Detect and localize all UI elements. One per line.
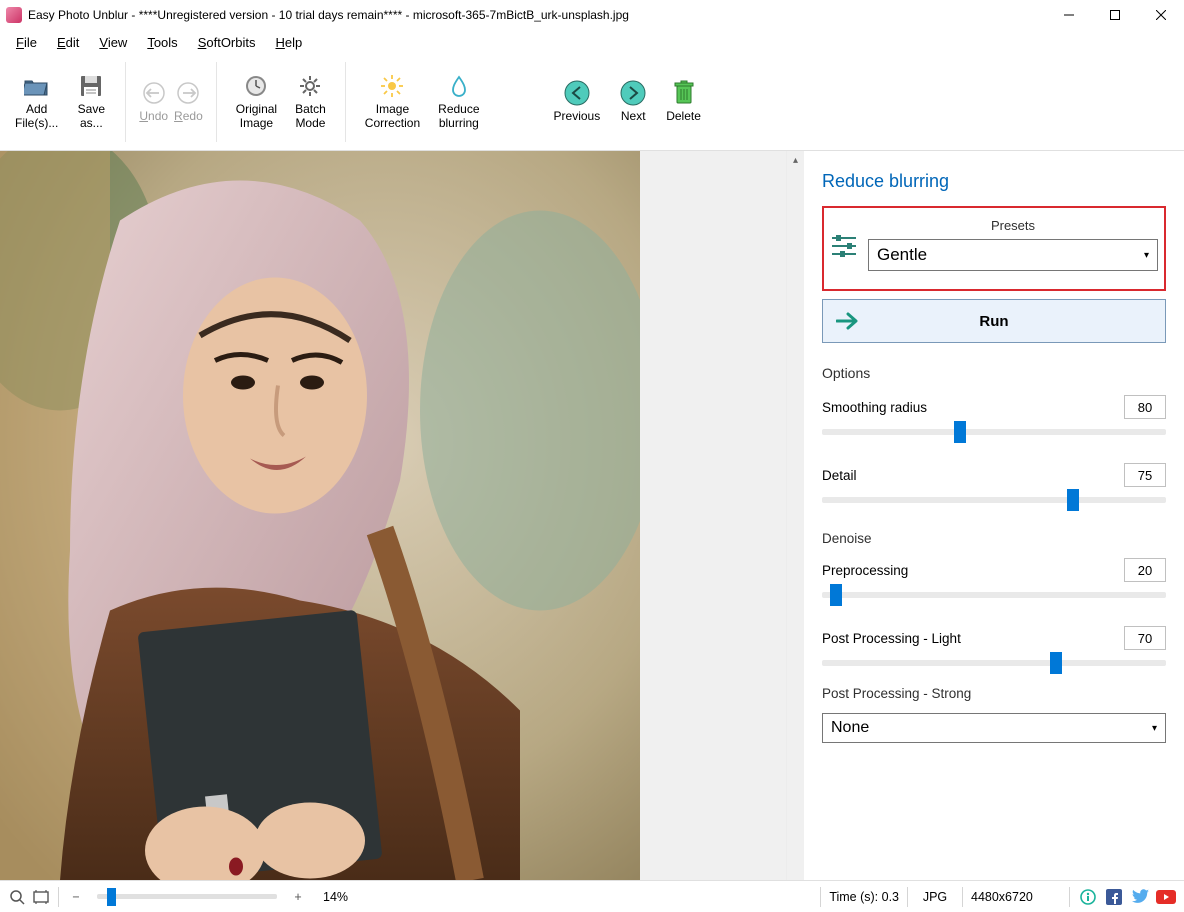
original-image-button[interactable]: Original Image	[227, 54, 286, 150]
add-files-label: Add File(s)...	[15, 103, 58, 131]
slider-thumb[interactable]	[1067, 489, 1079, 511]
image-canvas[interactable]: ▴	[0, 151, 804, 880]
preprocessing-label: Preprocessing	[822, 563, 908, 578]
slider-thumb[interactable]	[830, 584, 842, 606]
gear-icon	[297, 73, 323, 99]
preprocessing-value[interactable]: 20	[1124, 558, 1166, 582]
undo-label: Undo	[139, 110, 168, 124]
brightness-icon	[379, 73, 405, 99]
detail-value[interactable]: 75	[1124, 463, 1166, 487]
arrow-right-icon	[836, 312, 860, 330]
chevron-down-icon: ▾	[1144, 250, 1149, 261]
reduce-blurring-button[interactable]: Reduce blurring	[429, 54, 488, 150]
reduce-blurring-label: Reduce blurring	[438, 103, 479, 131]
denoise-label: Denoise	[822, 531, 874, 546]
trash-icon	[671, 80, 697, 106]
postproc-strong-value: None	[831, 719, 869, 737]
maximize-button[interactable]	[1092, 0, 1138, 30]
menu-file[interactable]: File	[6, 33, 47, 52]
postproc-light-value[interactable]: 70	[1124, 626, 1166, 650]
smoothing-radius-slider[interactable]	[822, 429, 1166, 435]
image-correction-label: Image Correction	[365, 103, 420, 131]
add-files-button[interactable]: Add File(s)...	[6, 54, 67, 150]
undo-icon	[141, 80, 167, 106]
presets-label: Presets	[868, 218, 1158, 233]
presets-value: Gentle	[877, 245, 927, 265]
status-bar: − + 14% Time (s): 0.3 JPG 4480x6720	[0, 880, 1184, 912]
toolbar: Add File(s)... Save as... Undo Redo .too…	[0, 54, 1184, 150]
zoom-out-button[interactable]: −	[67, 888, 85, 906]
redo-label: Redo	[174, 110, 203, 124]
menu-help[interactable]: Help	[265, 33, 312, 52]
slider-thumb[interactable]	[1050, 652, 1062, 674]
postproc-strong-label: Post Processing - Strong	[822, 686, 1166, 701]
redo-icon	[175, 80, 201, 106]
postproc-strong-dropdown[interactable]: None ▾	[822, 713, 1166, 743]
postproc-light-slider[interactable]	[822, 660, 1166, 666]
zoom-tool-icon[interactable]	[8, 888, 26, 906]
slider-thumb[interactable]	[954, 421, 966, 443]
menu-view[interactable]: View	[89, 33, 137, 52]
postproc-light-label: Post Processing - Light	[822, 631, 961, 646]
previous-icon	[564, 80, 590, 106]
delete-button[interactable]: Delete	[657, 54, 710, 150]
delete-label: Delete	[666, 110, 701, 124]
run-button[interactable]: Run	[822, 299, 1166, 343]
zoom-in-button[interactable]: +	[289, 888, 307, 906]
smoothing-radius-label: Smoothing radius	[822, 400, 927, 415]
chevron-down-icon: ▾	[1152, 723, 1157, 734]
settings-panel: Reduce blurring Presets Gentle ▾	[804, 151, 1184, 880]
time-status: Time (s): 0.3	[829, 890, 899, 904]
detail-label: Detail	[822, 468, 857, 483]
menu-softorbits[interactable]: SoftOrbits	[188, 33, 266, 52]
next-button[interactable]: Next	[609, 54, 657, 150]
close-button[interactable]	[1138, 0, 1184, 30]
batch-mode-button[interactable]: Batch Mode	[286, 54, 335, 150]
previous-button[interactable]: Previous	[545, 54, 610, 150]
youtube-icon[interactable]	[1156, 888, 1176, 906]
menu-edit[interactable]: Edit	[47, 33, 89, 52]
detail-slider[interactable]	[822, 497, 1166, 503]
clock-icon	[243, 73, 269, 99]
undo-button2[interactable]: Undo	[136, 54, 171, 150]
dimensions-status: 4480x6720	[971, 890, 1061, 904]
run-label: Run	[979, 313, 1008, 330]
save-as-button[interactable]: Save as...	[67, 54, 115, 150]
menu-tools[interactable]: Tools	[137, 33, 187, 52]
original-image-label: Original Image	[236, 103, 277, 131]
twitter-icon[interactable]	[1130, 888, 1150, 906]
preprocessing-slider[interactable]	[822, 592, 1166, 598]
info-icon[interactable]	[1078, 888, 1098, 906]
window-title: Easy Photo Unblur - ****Unregistered ver…	[28, 8, 1046, 22]
facebook-icon[interactable]	[1104, 888, 1124, 906]
redo-button2[interactable]: Redo	[171, 54, 206, 150]
previous-label: Previous	[554, 110, 601, 124]
zoom-percent: 14%	[323, 890, 348, 904]
panel-title: Reduce blurring	[822, 171, 1166, 192]
presets-dropdown[interactable]: Gentle ▾	[868, 239, 1158, 271]
presets-box: Presets Gentle ▾	[822, 206, 1166, 291]
floppy-icon	[78, 73, 104, 99]
minimize-button[interactable]	[1046, 0, 1092, 30]
format-status: JPG	[916, 890, 954, 904]
scroll-up-icon[interactable]: ▴	[787, 151, 804, 169]
slider-thumb[interactable]	[107, 888, 116, 906]
options-label: Options	[822, 365, 1166, 381]
batch-mode-label: Batch Mode	[295, 103, 326, 131]
menu-bar: File Edit View Tools SoftOrbits Help	[0, 30, 1184, 54]
droplet-icon	[446, 73, 472, 99]
sliders-icon[interactable]	[830, 232, 858, 258]
image-correction-button[interactable]: Image Correction	[356, 54, 429, 150]
fit-screen-icon[interactable]	[32, 888, 50, 906]
next-label: Next	[621, 110, 646, 124]
preview-image	[0, 151, 640, 880]
folder-open-icon	[24, 73, 50, 99]
next-icon	[620, 80, 646, 106]
save-as-label: Save as...	[78, 103, 105, 131]
app-icon	[6, 7, 22, 23]
zoom-slider[interactable]	[97, 894, 277, 899]
vertical-scrollbar[interactable]: ▴	[786, 151, 804, 880]
smoothing-radius-value[interactable]: 80	[1124, 395, 1166, 419]
